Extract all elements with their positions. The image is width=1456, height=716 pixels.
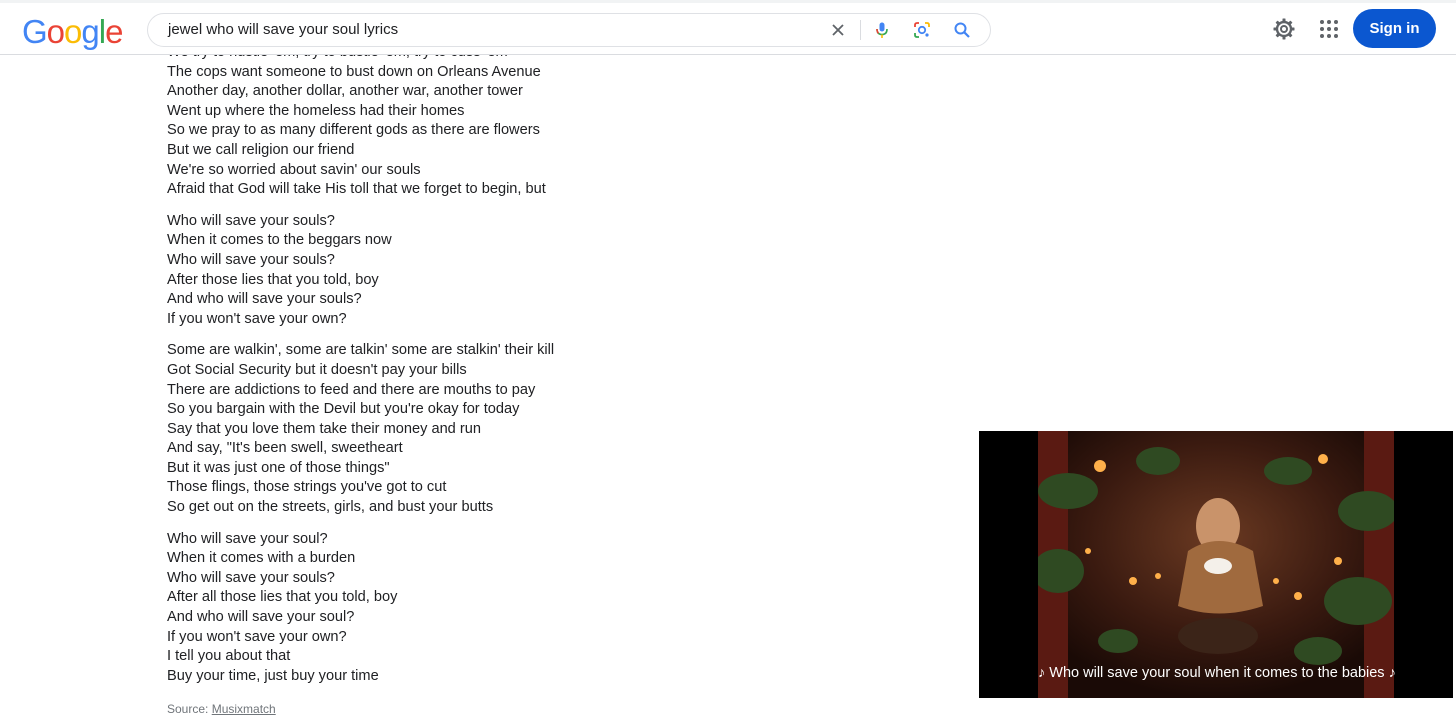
lyric-line: And who will save your soul? bbox=[167, 609, 355, 626]
lyric-line: There are addictions to feed and there a… bbox=[167, 381, 536, 398]
lyric-line: And say, "It's been swell, sweetheart bbox=[167, 440, 403, 457]
logo-letter: o bbox=[64, 13, 82, 50]
logo-letter: e bbox=[105, 13, 123, 50]
lyric-line: And who will save your souls? bbox=[167, 291, 362, 308]
apps-grid-icon[interactable] bbox=[1319, 19, 1339, 44]
video-caption: ♪ Who will save your soul when it comes … bbox=[1038, 665, 1396, 681]
lyric-line: The cops want someone to bust down on Or… bbox=[167, 63, 541, 80]
lyric-line: But it was just one of those things" bbox=[167, 459, 390, 476]
lyric-line: Some are walkin', some are talkin' some … bbox=[167, 342, 555, 359]
lyric-line: Who will save your souls? bbox=[167, 569, 335, 586]
logo-letter: G bbox=[22, 13, 48, 50]
lyric-line: Who will save your souls? bbox=[167, 251, 335, 268]
logo-letter: o bbox=[46, 13, 65, 50]
lyrics-stanza: Who will save your souls? When it comes t… bbox=[167, 212, 867, 330]
sign-in-button[interactable]: Sign in bbox=[1353, 9, 1436, 48]
search-box[interactable]: jewel who will save your soul lyrics bbox=[147, 13, 991, 47]
lens-icon[interactable] bbox=[912, 20, 932, 40]
source-link[interactable]: Musixmatch bbox=[212, 702, 276, 716]
lyric-line: Who will save your soul? bbox=[167, 530, 328, 547]
lyric-line: But we call religion our friend bbox=[167, 141, 355, 158]
source-label: Source: bbox=[167, 702, 212, 716]
lyrics-source: Source: Musixmatch bbox=[167, 702, 276, 716]
lyric-line: Went up where the homeless had their hom… bbox=[167, 102, 465, 119]
google-logo[interactable]: Google bbox=[22, 13, 123, 50]
video-frame bbox=[1038, 431, 1394, 698]
lyric-line: I tell you about that bbox=[167, 648, 291, 665]
lyric-line: If you won't save your own? bbox=[167, 628, 347, 645]
lyric-line: Afraid that God will take His toll that … bbox=[167, 181, 546, 198]
lyric-line: So you bargain with the Devil but you're… bbox=[167, 401, 520, 418]
search-icon[interactable] bbox=[952, 20, 972, 40]
gear-icon[interactable] bbox=[1272, 17, 1296, 46]
lyric-line: When it comes to the beggars now bbox=[167, 232, 392, 249]
microphone-icon[interactable] bbox=[872, 20, 892, 40]
lyric-line: Buy your time, just buy your time bbox=[167, 667, 379, 684]
logo-letter: g bbox=[81, 13, 99, 50]
video-player[interactable]: ♪ Who will save your soul when it comes … bbox=[979, 431, 1453, 698]
search-divider bbox=[860, 20, 861, 40]
lyric-line: Say that you love them take their money … bbox=[167, 420, 481, 437]
lyrics-stanza: We try to hustle 'em, try to bustle 'em,… bbox=[167, 43, 867, 200]
lyrics-stanza: Who will save your soul? When it comes wi… bbox=[167, 530, 867, 687]
lyric-line: After all those lies that you told, boy bbox=[167, 589, 398, 606]
search-header: Google jewel who will save your soul lyr… bbox=[0, 3, 1456, 55]
lyric-line: After those lies that you told, boy bbox=[167, 271, 379, 288]
search-input[interactable]: jewel who will save your soul lyrics bbox=[168, 21, 398, 38]
lyrics-block: We try to hustle 'em, try to bustle 'em,… bbox=[167, 43, 867, 698]
lyric-line: If you won't save your own? bbox=[167, 310, 347, 327]
lyric-line: Who will save your souls? bbox=[167, 212, 335, 229]
lyric-line: When it comes with a burden bbox=[167, 550, 356, 567]
close-icon[interactable] bbox=[828, 20, 848, 40]
lyric-line: Those flings, those strings you've got t… bbox=[167, 479, 447, 496]
lyric-line: So get out on the streets, girls, and bu… bbox=[167, 499, 494, 516]
lyric-line: Another day, another dollar, another war… bbox=[167, 83, 523, 100]
lyric-line: So we pray to as many different gods as … bbox=[167, 122, 540, 139]
lyric-line: Got Social Security but it doesn't pay y… bbox=[167, 361, 467, 378]
lyric-line: We're so worried about savin' our souls bbox=[167, 161, 421, 178]
lyrics-stanza: Some are walkin', some are talkin' some … bbox=[167, 341, 867, 517]
